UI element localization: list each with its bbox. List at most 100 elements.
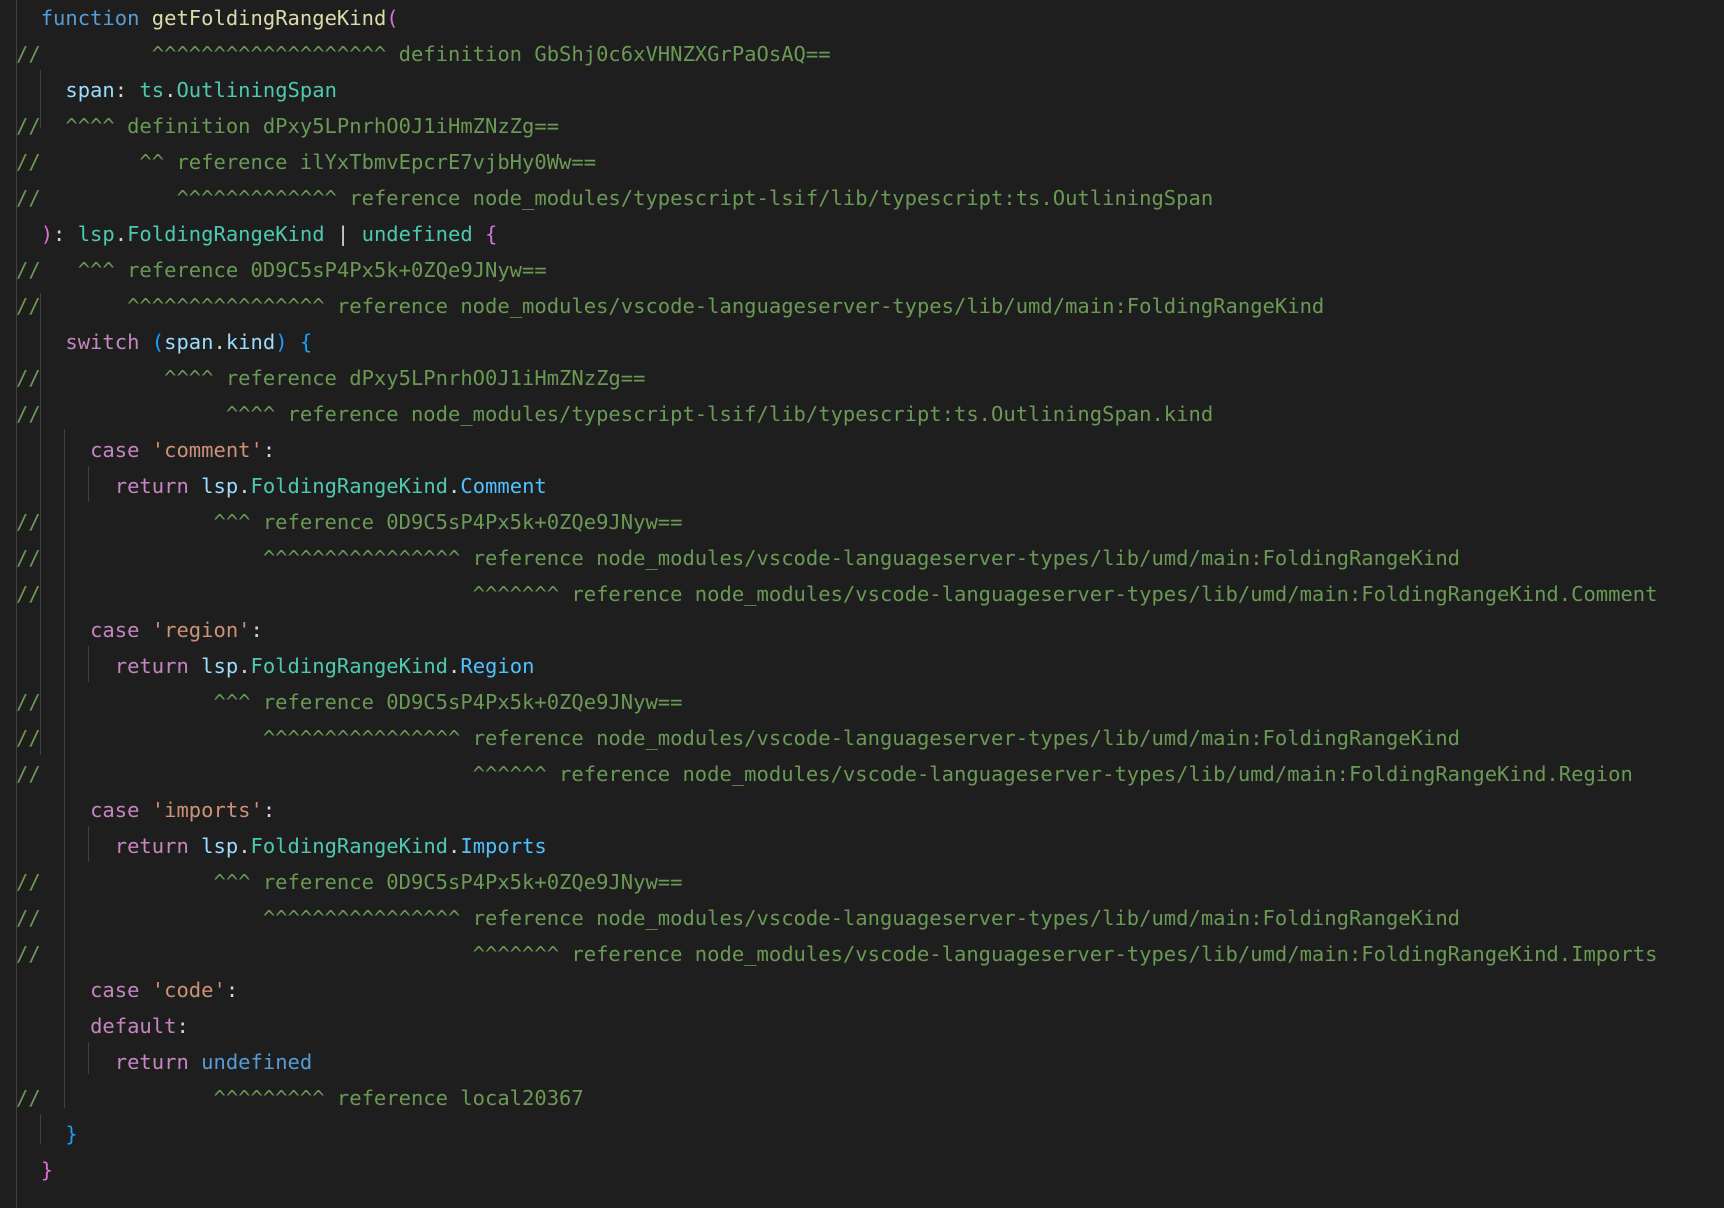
punc-token	[16, 1050, 115, 1074]
param-token: lsp	[201, 474, 239, 498]
punc-token	[16, 1122, 65, 1146]
code-line: span: ts.OutliningSpan	[16, 72, 337, 108]
brk1-token: )	[40, 222, 54, 246]
str-token: 'imports'	[151, 798, 263, 822]
comment-token: // ^^^^^^^^^^^^^^^^ reference node_modul…	[16, 726, 1461, 750]
code-editor[interactable]: function getFoldingRangeKind(// ^^^^^^^^…	[0, 0, 1724, 1208]
comment-token: // ^^^^ reference node_modules/typescrip…	[16, 402, 1214, 426]
fn-token: getFoldingRangeKind	[151, 6, 387, 30]
comment-token: // ^^^^^^^^^^^^^^^^^^^ definition GbShj0…	[16, 42, 831, 66]
code-line: return undefined	[16, 1044, 313, 1080]
kw-token: undefined	[201, 1050, 313, 1074]
punc-token: :	[225, 978, 239, 1002]
enum-token: Region	[460, 654, 535, 678]
punc-token	[189, 474, 201, 498]
param-token: lsp	[201, 654, 239, 678]
punc-token	[16, 1014, 90, 1038]
punc-token	[473, 222, 485, 246]
punc-token: .	[238, 834, 251, 858]
code-line: case 'code':	[16, 972, 238, 1008]
punc-token: .	[114, 222, 128, 246]
param-token: span	[65, 78, 115, 102]
comment-line: // ^^^^ definition dPxy5LPnrhO0J1iHmZNzZ…	[16, 108, 559, 144]
brk1-token: {	[485, 222, 498, 246]
comment-line: // ^^^ reference 0D9C5sP4Px5k+0ZQe9JNyw=…	[16, 252, 547, 288]
code-line: return lsp.FoldingRangeKind.Comment	[16, 468, 547, 504]
punc-token: .	[164, 78, 177, 102]
comment-line: // ^^^ reference 0D9C5sP4Px5k+0ZQe9JNyw=…	[16, 504, 682, 540]
type-token: OutliningSpan	[176, 78, 337, 102]
punc-token	[139, 330, 151, 354]
code-line: }	[16, 1152, 53, 1188]
type-token: lsp	[77, 222, 115, 246]
ctrl-token: case	[90, 978, 140, 1002]
type-token: FoldingRangeKind	[127, 222, 325, 246]
comment-line: // ^^^^^^^ reference node_modules/vscode…	[16, 576, 1658, 612]
punc-token	[16, 618, 90, 642]
punc-token	[139, 798, 151, 822]
punc-token	[16, 654, 115, 678]
brk2-token: }	[65, 1122, 78, 1146]
punc-token: :	[114, 78, 140, 102]
punc-token	[16, 330, 65, 354]
comment-token: // ^^^^^^^^^ reference local20367	[16, 1086, 584, 1110]
type-token: FoldingRangeKind	[250, 834, 449, 858]
punc-token: :	[176, 1014, 189, 1038]
punc-token	[16, 798, 90, 822]
brk2-token: {	[299, 330, 313, 354]
punc-token	[16, 438, 90, 462]
enum-token: Comment	[460, 474, 547, 498]
comment-line: // ^^^^^^^^^ reference local20367	[16, 1080, 584, 1116]
punc-token	[16, 6, 41, 30]
ctrl-token: switch	[65, 330, 140, 354]
comment-line: // ^^^^^^^^^^^^^^^^ reference node_modul…	[16, 288, 1324, 324]
comment-token: // ^^^^^^^^^^^^^^^^ reference node_modul…	[16, 906, 1461, 930]
comment-token: // ^^^^^^ reference node_modules/vscode-…	[16, 762, 1633, 786]
punc-token: .	[448, 474, 461, 498]
type-token: ts	[139, 78, 165, 102]
punc-token: :	[53, 222, 78, 246]
punc-token	[16, 834, 115, 858]
type-token: undefined	[361, 222, 473, 246]
ctrl-token: default	[90, 1014, 177, 1038]
comment-line: // ^^^ reference 0D9C5sP4Px5k+0ZQe9JNyw=…	[16, 864, 682, 900]
param-token: lsp	[201, 834, 239, 858]
str-token: 'code'	[151, 978, 226, 1002]
code-line: return lsp.FoldingRangeKind.Imports	[16, 828, 547, 864]
brk1-token: (	[386, 6, 399, 30]
comment-token: // ^^^ reference 0D9C5sP4Px5k+0ZQe9JNyw=…	[16, 258, 547, 282]
comment-line: // ^^ reference ilYxTbmvEpcrE7vjbHy0Ww==	[16, 144, 596, 180]
code-line: switch (span.kind) {	[16, 324, 312, 360]
punc-token	[139, 978, 151, 1002]
code-line: return lsp.FoldingRangeKind.Region	[16, 648, 535, 684]
kw-token: function	[40, 6, 140, 30]
punc-token	[189, 1050, 201, 1074]
comment-line: // ^^^^^^^^^^^^^ reference node_modules/…	[16, 180, 1213, 216]
comment-token: // ^^^^^^^^^^^^^^^^ reference node_modul…	[16, 546, 1461, 570]
param-token: kind	[225, 330, 276, 354]
comment-token: // ^^^^ definition dPxy5LPnrhO0J1iHmZNzZ…	[16, 114, 560, 138]
comment-line: // ^^^ reference 0D9C5sP4Px5k+0ZQe9JNyw=…	[16, 684, 682, 720]
punc-token	[139, 618, 151, 642]
code-line: case 'comment':	[16, 432, 275, 468]
comment-token: // ^^ reference ilYxTbmvEpcrE7vjbHy0Ww==	[16, 150, 597, 174]
punc-token: :	[262, 798, 276, 822]
punc-token	[16, 1158, 41, 1182]
comment-token: // ^^^^^^^^^^^^^^^^ reference node_modul…	[16, 294, 1325, 318]
brk1-token: }	[40, 1158, 54, 1182]
comment-line: // ^^^^^^^^^^^^^^^^ reference node_modul…	[16, 900, 1460, 936]
punc-token: :	[262, 438, 276, 462]
punc-token	[139, 438, 151, 462]
punc-token	[16, 78, 65, 102]
ctrl-token: return	[114, 834, 189, 858]
brk2-token: (	[151, 330, 165, 354]
punc-token	[16, 222, 41, 246]
comment-token: // ^^^^^^^ reference node_modules/vscode…	[16, 942, 1658, 966]
comment-token: // ^^^^^^^ reference node_modules/vscode…	[16, 582, 1658, 606]
ctrl-token: case	[90, 618, 140, 642]
ctrl-token: return	[114, 474, 189, 498]
punc-token: .	[213, 330, 226, 354]
ctrl-token: return	[114, 654, 189, 678]
comment-line: // ^^^^^^^^^^^^^^^^^^^ definition GbShj0…	[16, 36, 831, 72]
brk2-token: )	[275, 330, 288, 354]
